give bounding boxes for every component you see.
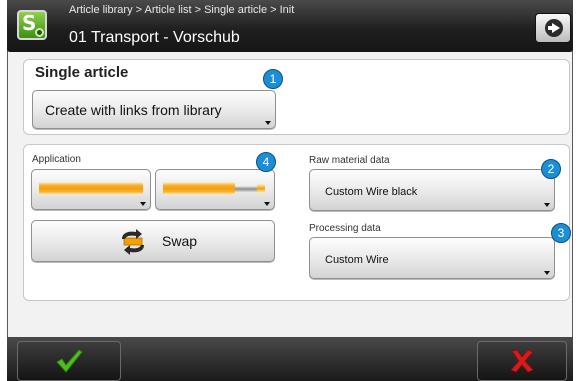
raw-material-dropdown[interactable]: Custom Wire black (309, 169, 555, 211)
section-title: Single article (35, 64, 129, 81)
next-button[interactable] (535, 13, 571, 43)
swap-button-label: Swap (162, 233, 198, 249)
wire-left-end-dropdown[interactable] (31, 169, 151, 210)
dropdown-arrow-icon (544, 203, 550, 207)
raw-material-value: Custom Wire black (325, 186, 418, 198)
callout-badge: 4 (256, 152, 276, 172)
app-logo-icon: S (17, 10, 47, 40)
breadcrumb: Article library > Article list > Single … (69, 4, 295, 16)
wire-end-icon (257, 184, 265, 193)
processing-data-dropdown[interactable]: Custom Wire (309, 237, 555, 279)
page-title: 01 Transport - Vorschub (69, 29, 240, 46)
swap-arrows-icon (122, 229, 144, 255)
processing-data-label: Processing data (309, 223, 381, 234)
application-label: Application (32, 154, 81, 165)
wire-full-insulation-icon (39, 182, 143, 195)
callout-badge: 3 (551, 223, 571, 243)
cross-icon (510, 349, 534, 373)
callout-badge: 2 (541, 159, 561, 179)
create-button-label: Create with links from library (45, 102, 222, 118)
single-article-panel: Single article Create with links from li… (23, 59, 570, 135)
footer-bar (7, 337, 573, 381)
dropdown-arrow-icon (264, 202, 270, 206)
wire-settings-panel: Application 4 Swap Raw material data Cus… (23, 144, 571, 301)
dropdown-arrow-icon (544, 271, 550, 275)
gear-icon (35, 28, 44, 37)
swap-button[interactable]: Swap (31, 220, 275, 262)
wire-stripped-end-icon (163, 182, 235, 195)
wire-conductor-icon (235, 186, 257, 192)
raw-material-label: Raw material data (309, 155, 390, 166)
callout-badge: 1 (263, 69, 283, 89)
dropdown-arrow-icon (265, 121, 271, 125)
wire-right-end-dropdown[interactable] (155, 169, 275, 210)
dropdown-arrow-icon (140, 202, 146, 206)
header-bar: S Article library > Article list > Singl… (7, 0, 573, 52)
confirm-button[interactable] (17, 341, 121, 381)
processing-data-value: Custom Wire (325, 254, 389, 266)
cancel-button[interactable] (477, 341, 567, 381)
create-with-links-dropdown[interactable]: Create with links from library (32, 90, 276, 129)
arrow-right-circle-icon (545, 19, 563, 37)
checkmark-icon (56, 349, 83, 373)
